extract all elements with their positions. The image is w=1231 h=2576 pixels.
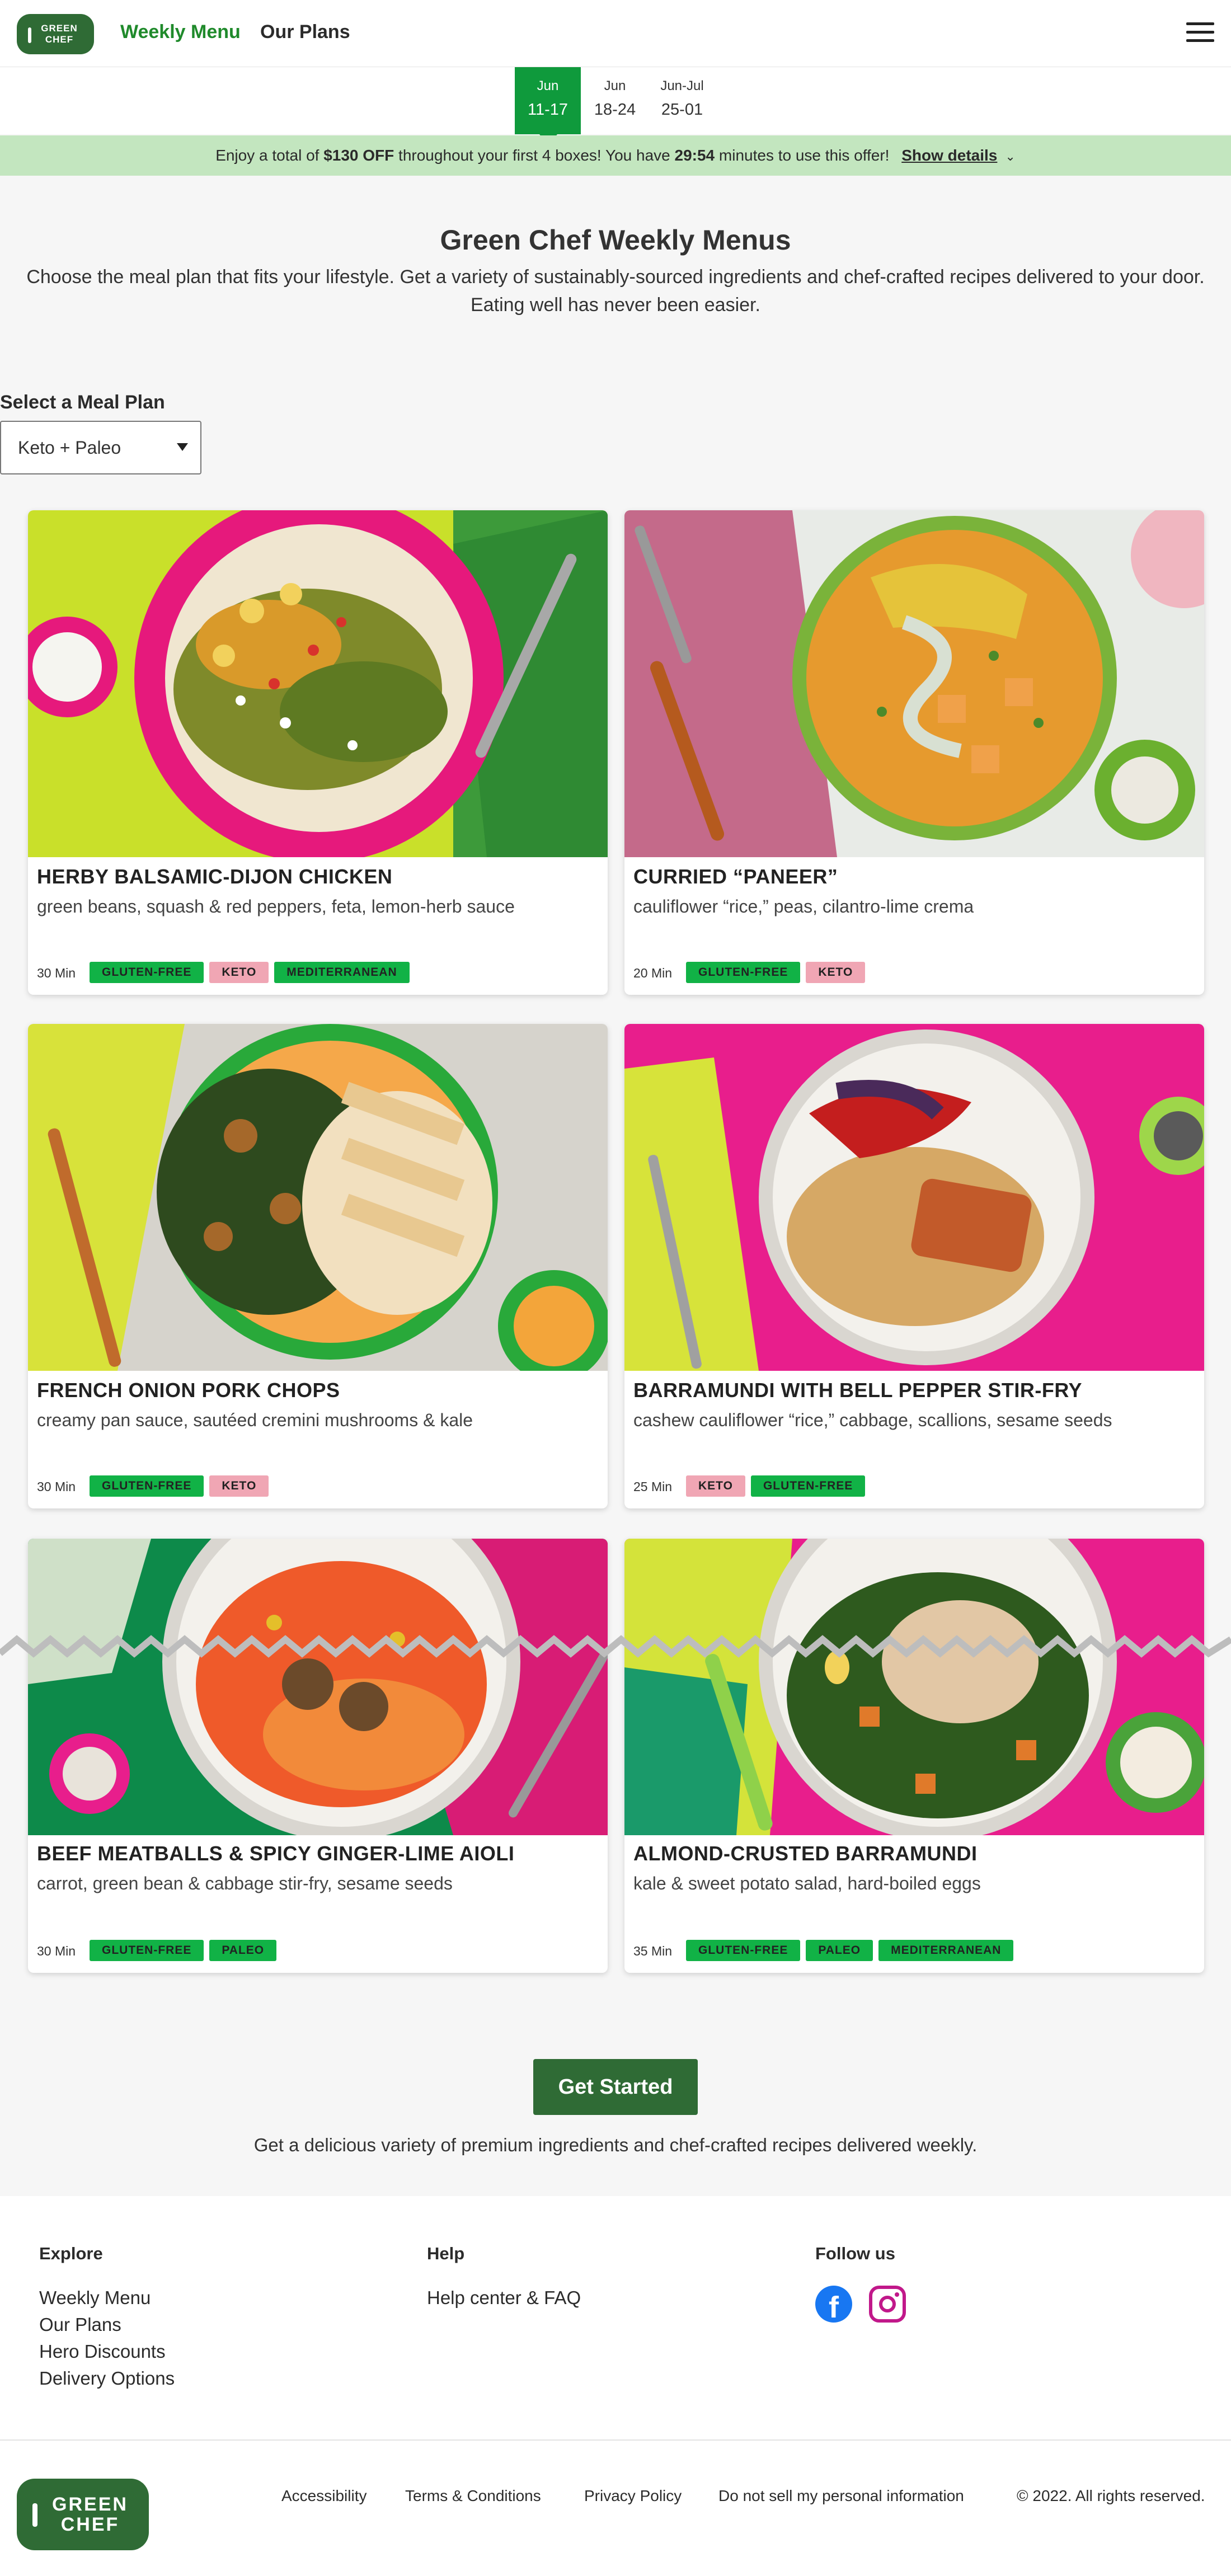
footer-link-privacy[interactable]: Privacy Policy (584, 2487, 682, 2505)
week-selector: Jun 11-17 Jun 18-24 Jun-Jul 25-01 (0, 67, 1231, 145)
footer-link-accessibility[interactable]: Accessibility (281, 2487, 367, 2505)
tag-gluten-free: GLUTEN-FREE (90, 1475, 204, 1497)
site-header: GREEN CHEF Weekly Menu Our Plans (0, 0, 1231, 67)
week-tab-2[interactable]: Jun 18-24 (582, 67, 648, 134)
recipe-description: carrot, green bean & cabbage stir-fry, s… (37, 1873, 453, 1893)
promo-amount: $130 OFF (323, 147, 394, 164)
footer-divider (0, 2439, 1231, 2441)
tag-paleo: PALEO (806, 1940, 873, 1961)
recipe-description: kale & sweet potato salad, hard-boiled e… (633, 1873, 981, 1893)
promo-banner: Enjoy a total of $130 OFF throughout you… (0, 135, 1231, 176)
footer-explore-heading: Explore (39, 2244, 103, 2263)
recipe-title[interactable]: BEEF MEATBALLS & SPICY GINGER-LIME AIOLI (37, 1842, 514, 1865)
tag-mediterranean: MEDITERRANEAN (878, 1940, 1014, 1961)
footer-link-delivery-options[interactable]: Delivery Options (39, 2368, 175, 2389)
get-started-button[interactable]: Get Started (533, 2059, 698, 2115)
meal-plan-label: Select a Meal Plan (0, 392, 165, 413)
recipe-title[interactable]: ALMOND-CRUSTED BARRAMUNDI (633, 1842, 977, 1865)
recipe-tags: GLUTEN-FREE PALEO MEDITERRANEAN (686, 1940, 1014, 1961)
recipe-description: green beans, squash & red peppers, feta,… (37, 896, 515, 916)
recipe-title[interactable]: HERBY BALSAMIC-DIJON CHICKEN (37, 865, 392, 889)
page-intro: Choose the meal plan that fits your life… (26, 266, 1205, 316)
chevron-down-icon[interactable]: ⌄ (1005, 137, 1015, 177)
tag-paleo: PALEO (209, 1940, 277, 1961)
nav-weekly-menu[interactable]: Weekly Menu (120, 21, 241, 43)
week-tab-1[interactable]: Jun 11-17 (515, 67, 581, 145)
week-tab-3[interactable]: Jun-Jul 25-01 (649, 67, 715, 134)
tag-gluten-free: GLUTEN-FREE (686, 1940, 801, 1961)
menu-hamburger-icon[interactable] (1186, 22, 1214, 44)
recipe-image-pork-chops (28, 1024, 608, 1371)
recipe-card[interactable]: HERBY BALSAMIC-DIJON CHICKEN green beans… (28, 510, 608, 995)
footer-link-our-plans[interactable]: Our Plans (39, 2314, 121, 2335)
recipe-title[interactable]: BARRAMUNDI WITH BELL PEPPER STIR-FRY (633, 1379, 1082, 1402)
recipe-time: 35 Min (633, 1944, 673, 1958)
recipe-tags: GLUTEN-FREE KETO (90, 1475, 269, 1497)
instagram-icon[interactable] (869, 2286, 906, 2323)
recipe-time: 20 Min (633, 966, 673, 980)
torn-edge-divider (0, 1635, 1231, 1658)
recipe-time: 30 Min (37, 1944, 76, 1958)
tag-keto: KETO (686, 1475, 745, 1497)
show-details-link[interactable]: Show details (901, 147, 997, 164)
meal-plan-dropdown[interactable]: Keto + Paleo (0, 421, 201, 474)
footer-link-help-center[interactable]: Help center & FAQ (427, 2287, 581, 2309)
recipe-description: creamy pan sauce, sautéed cremini mushro… (37, 1410, 473, 1430)
footer-help-heading: Help (427, 2244, 465, 2263)
footer-link-do-not-sell[interactable]: Do not sell my personal information (718, 2487, 964, 2505)
recipe-tags: GLUTEN-FREE PALEO (90, 1940, 277, 1961)
recipe-tags: GLUTEN-FREE KETO MEDITERRANEAN (90, 962, 410, 983)
tag-keto: KETO (209, 1475, 269, 1497)
facebook-icon[interactable]: f (815, 2286, 852, 2323)
recipe-image-almond-barramundi (624, 1539, 1204, 1835)
recipe-card[interactable]: CURRIED “PANEER” cauliflower “rice,” pea… (624, 510, 1204, 995)
green-chef-logo-footer[interactable]: GREEN CHEF (17, 2479, 149, 2550)
recipe-time: 30 Min (37, 966, 76, 980)
recipe-tags: KETO GLUTEN-FREE (686, 1475, 866, 1497)
footer-link-hero-discounts[interactable]: Hero Discounts (39, 2341, 166, 2362)
footer-link-weekly-menu[interactable]: Weekly Menu (39, 2287, 151, 2309)
tag-keto: KETO (806, 962, 866, 983)
recipe-card[interactable]: FRENCH ONION PORK CHOPS creamy pan sauce… (28, 1024, 608, 1508)
page-title: Green Chef Weekly Menus (440, 224, 791, 256)
recipe-tags: GLUTEN-FREE KETO (686, 962, 866, 983)
recipe-time: 25 Min (633, 1479, 673, 1494)
recipe-time: 30 Min (37, 1479, 76, 1494)
recipe-description: cashew cauliflower “rice,” cabbage, scal… (633, 1410, 1112, 1430)
nav-our-plans[interactable]: Our Plans (260, 21, 350, 43)
tag-gluten-free: GLUTEN-FREE (750, 1475, 866, 1497)
tag-keto: KETO (209, 962, 269, 983)
recipe-title[interactable]: FRENCH ONION PORK CHOPS (37, 1379, 340, 1402)
promo-timer: 29:54 (674, 147, 715, 164)
copyright: © 2022. All rights reserved. (1017, 2487, 1205, 2504)
footer-follow-heading: Follow us (815, 2244, 895, 2263)
recipe-image-herby-chicken (28, 510, 608, 857)
tag-gluten-free: GLUTEN-FREE (90, 962, 204, 983)
dropdown-arrow-icon (177, 443, 188, 451)
cta-tagline: Get a delicious variety of premium ingre… (253, 2135, 978, 2155)
tag-gluten-free: GLUTEN-FREE (90, 1940, 204, 1961)
recipe-description: cauliflower “rice,” peas, cilantro-lime … (633, 896, 974, 916)
recipe-title[interactable]: CURRIED “PANEER” (633, 865, 838, 889)
green-chef-logo[interactable]: GREEN CHEF (17, 14, 94, 54)
recipe-image-barramundi-stir-fry (624, 1024, 1204, 1371)
tag-mediterranean: MEDITERRANEAN (274, 962, 410, 983)
tag-gluten-free: GLUTEN-FREE (686, 962, 801, 983)
recipe-card[interactable]: ALMOND-CRUSTED BARRAMUNDI kale & sweet p… (624, 1539, 1204, 1973)
recipe-image-curried-paneer (624, 510, 1204, 857)
recipe-card[interactable]: BARRAMUNDI WITH BELL PEPPER STIR-FRY cas… (624, 1024, 1204, 1508)
recipe-image-beef-meatballs (28, 1539, 608, 1835)
site-footer: Explore Weekly Menu Our Plans Hero Disco… (0, 2196, 1231, 2576)
recipe-card[interactable]: BEEF MEATBALLS & SPICY GINGER-LIME AIOLI… (28, 1539, 608, 1973)
footer-link-terms[interactable]: Terms & Conditions (405, 2487, 541, 2505)
